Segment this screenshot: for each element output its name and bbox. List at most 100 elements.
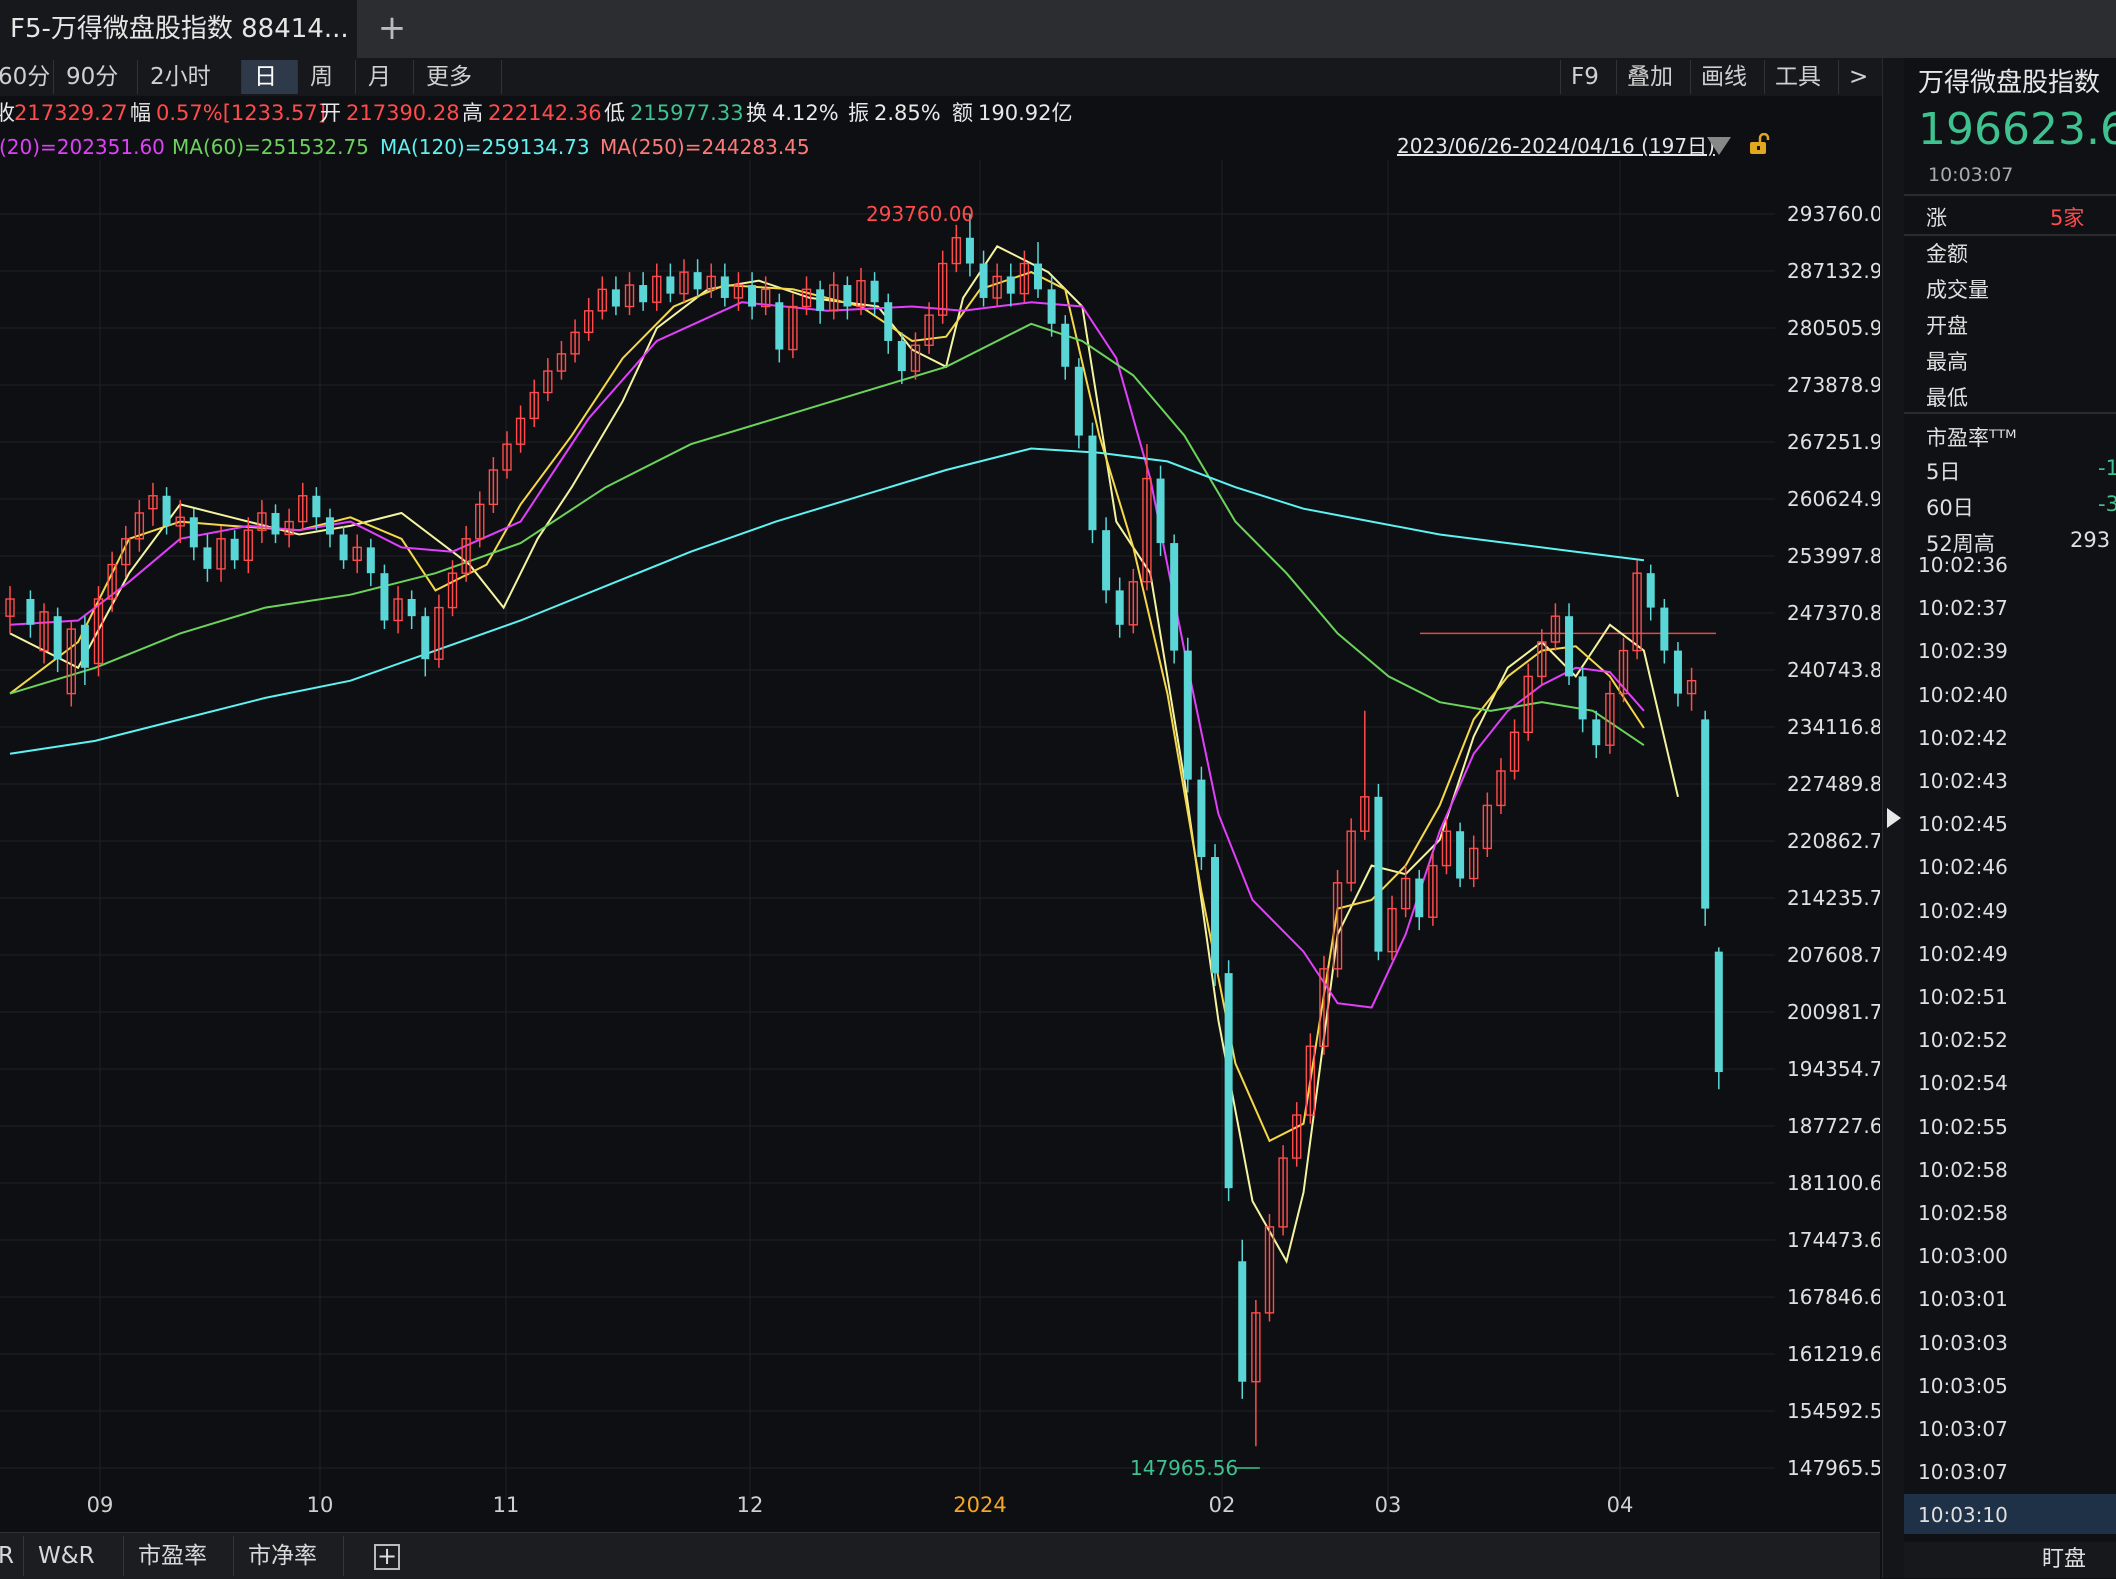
period-button[interactable]: 日 bbox=[242, 60, 298, 94]
quote-field: 幅 bbox=[130, 101, 151, 125]
tool-button[interactable]: 工具 bbox=[1764, 60, 1838, 94]
min-price-marker: 147965.56 bbox=[1130, 1456, 1238, 1480]
chart-grid bbox=[0, 160, 1775, 1500]
tick-time: 10:03:10 bbox=[1918, 1503, 2008, 1528]
ma-line-ma120 bbox=[9, 447, 1645, 755]
candle-body bbox=[1102, 530, 1111, 591]
price-tick-label: 240743.8 bbox=[1787, 658, 1880, 682]
candle-body bbox=[816, 289, 825, 311]
candle-body bbox=[1374, 796, 1383, 952]
candle-body bbox=[339, 534, 348, 561]
rise-count: 5家 bbox=[2050, 206, 2085, 230]
candle-body bbox=[1224, 973, 1233, 1189]
panel-field-label: 最低 bbox=[1926, 386, 1968, 410]
candle-body bbox=[1238, 1261, 1247, 1382]
quote-field: 振 bbox=[848, 101, 869, 125]
price-tick-label: 174473.6 bbox=[1787, 1228, 1880, 1252]
candle-body bbox=[1592, 719, 1601, 746]
price-tick-label: 181100.6 bbox=[1787, 1171, 1880, 1195]
tick-time: 10:02:55 bbox=[1918, 1114, 2008, 1139]
candle-body bbox=[693, 272, 702, 290]
indicator-tab[interactable]: R bbox=[0, 1536, 24, 1576]
period-button[interactable]: 周 bbox=[298, 60, 356, 94]
candle-body bbox=[203, 547, 212, 569]
candle-body bbox=[1701, 719, 1710, 909]
candle-body bbox=[230, 538, 239, 561]
date-tick-label: 09 bbox=[87, 1493, 114, 1517]
period-button[interactable]: 更多 bbox=[414, 60, 502, 94]
price-axis: 293760.0 287132.9 280505.9 273878.9 267251.9… bbox=[1778, 160, 1880, 1520]
chevron-down-icon[interactable] bbox=[1707, 137, 1731, 155]
indicator-tab[interactable]: 市净率 bbox=[234, 1536, 344, 1576]
candle-body bbox=[666, 276, 675, 294]
candlestick-chart[interactable]: 293760.00 147965.56 293760.0 287132.9 28050… bbox=[0, 160, 1880, 1520]
candle-body bbox=[1456, 831, 1465, 879]
date-tick-label: 10 bbox=[307, 1493, 334, 1517]
quote-field: 190.92亿 bbox=[978, 101, 1073, 125]
tick-time: 10:02:43 bbox=[1918, 769, 2008, 793]
candle-body bbox=[380, 573, 389, 621]
tick-time: 10:02:49 bbox=[1918, 898, 2008, 923]
quote-field: 217329.27 bbox=[14, 101, 128, 125]
unlock-icon[interactable] bbox=[1748, 133, 1770, 155]
tick-time: 10:02:52 bbox=[1918, 1028, 2008, 1053]
candle-body bbox=[884, 302, 893, 341]
candle-body bbox=[720, 276, 729, 298]
panel-stat-label: 5日 bbox=[1926, 460, 1961, 484]
candle-body bbox=[162, 495, 171, 526]
period-button[interactable]: 月 bbox=[356, 60, 414, 94]
quote-field: 额 bbox=[952, 101, 973, 125]
quote-field: 开 bbox=[320, 101, 341, 125]
candle-body bbox=[965, 237, 974, 264]
tool-button[interactable]: > bbox=[1838, 60, 1880, 94]
tick-time: 10:02:39 bbox=[1918, 639, 2008, 664]
date-tick-label: 11 bbox=[493, 1493, 520, 1517]
period-button[interactable]: 2小时 bbox=[138, 60, 242, 94]
tab-title: F5-万得微盘股指数 88414... bbox=[10, 14, 349, 44]
tick-time: 10:03:03 bbox=[1918, 1330, 2008, 1355]
tool-button[interactable]: 画线 bbox=[1690, 60, 1764, 94]
candle-body bbox=[1115, 590, 1124, 625]
candle-body bbox=[1006, 276, 1015, 294]
tick-time: 10:02:42 bbox=[1918, 725, 2008, 750]
rise-label: 涨 bbox=[1926, 206, 1947, 230]
tick-time: 10:03:00 bbox=[1918, 1244, 2008, 1269]
panel-separator bbox=[1904, 194, 2116, 196]
candle-body bbox=[189, 517, 198, 548]
add-indicator-button[interactable]: + bbox=[374, 1544, 400, 1570]
price-tick-label: 154592.5 bbox=[1787, 1399, 1880, 1423]
candle-body bbox=[1211, 857, 1220, 974]
candle-body bbox=[1197, 779, 1206, 858]
indicator-tab[interactable]: W&R bbox=[24, 1536, 124, 1576]
candle-body bbox=[1565, 616, 1574, 677]
tick-time: 10:03:07 bbox=[1918, 1460, 2008, 1485]
watch-button[interactable]: 盯盘 bbox=[1904, 1542, 2116, 1578]
price-tick-label: 227489.8 bbox=[1787, 772, 1880, 796]
tick-time: 10:03:05 bbox=[1918, 1373, 2008, 1398]
period-button[interactable]: 90分 bbox=[54, 60, 138, 94]
indicator-tab[interactable]: 市盈率 bbox=[124, 1536, 234, 1576]
collapse-panel-icon[interactable] bbox=[1887, 808, 1901, 828]
candle-body bbox=[312, 495, 321, 518]
candle-body bbox=[748, 285, 757, 307]
add-tab-button[interactable]: + bbox=[372, 8, 412, 48]
tool-button[interactable]: F9 bbox=[1560, 60, 1616, 94]
price-tick-label: 207608.7 bbox=[1787, 943, 1880, 967]
candle-body bbox=[407, 598, 416, 617]
candle-body bbox=[611, 289, 620, 307]
price-tick-label: 220862.7 bbox=[1787, 829, 1880, 853]
candle-body bbox=[1156, 478, 1165, 544]
period-button[interactable]: 60分 bbox=[0, 60, 54, 94]
tab-index-chart[interactable]: F5-万得微盘股指数 88414... bbox=[0, 0, 357, 58]
candle-body bbox=[1074, 366, 1083, 436]
candle-body bbox=[80, 624, 89, 668]
panel-stat-label: 60日 bbox=[1926, 496, 1974, 520]
candle-body bbox=[1170, 543, 1179, 651]
moving-average-lines bbox=[9, 245, 1679, 1264]
tool-button[interactable]: 叠加 bbox=[1616, 60, 1690, 94]
candle-body bbox=[1047, 289, 1056, 324]
panel-field-label: 成交量 bbox=[1926, 278, 1989, 302]
date-axis: 09 10 11 12 2024 02 03 04 bbox=[87, 1493, 1634, 1517]
candle-body bbox=[1660, 607, 1669, 651]
date-range-selector[interactable]: 2023/06/26-2024/04/16 (197日) bbox=[1397, 131, 1715, 161]
